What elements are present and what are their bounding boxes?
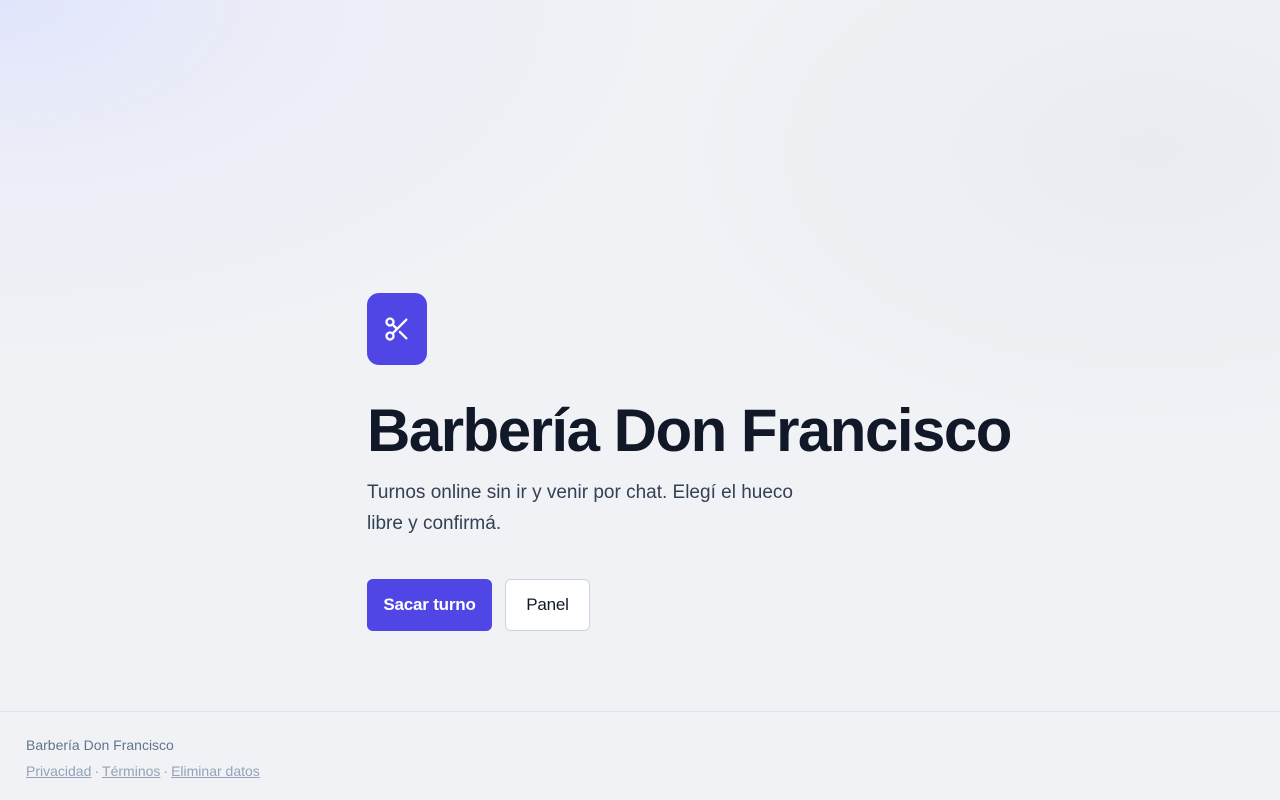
book-appointment-button[interactable]: Sacar turno [367, 579, 492, 631]
footer-separator: · [163, 763, 169, 779]
scissors-icon [385, 317, 408, 341]
hero-actions: Sacar turno Panel [367, 579, 927, 631]
delete-data-link[interactable]: Eliminar datos [171, 763, 260, 779]
page-title: Barbería Don Francisco [367, 397, 1012, 464]
hero-section: Barbería Don Francisco Turnos online sin… [367, 293, 1012, 631]
logo-badge [367, 293, 427, 365]
privacy-link[interactable]: Privacidad [26, 763, 91, 779]
page-subtitle: Turnos online sin ir y venir por chat. E… [367, 482, 793, 534]
footer-brand: Barbería Don Francisco [26, 737, 174, 753]
footer-links: Privacidad · Términos · Eliminar datos [26, 761, 1280, 781]
terms-link[interactable]: Términos [102, 763, 160, 779]
footer-separator: · [94, 763, 100, 779]
panel-button[interactable]: Panel [505, 579, 590, 631]
footer: Barbería Don Francisco Privacidad · Términ… [0, 711, 1280, 800]
